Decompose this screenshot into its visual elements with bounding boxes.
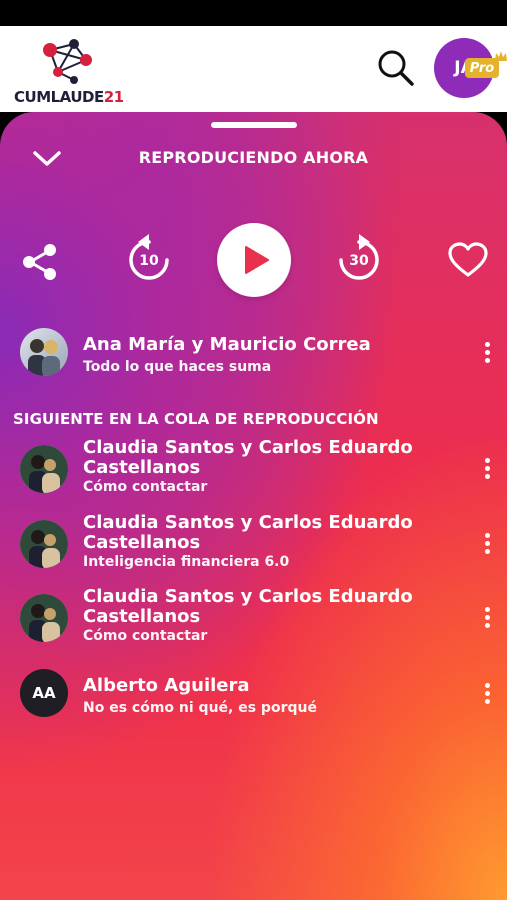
more-icon xyxy=(480,683,494,704)
queue-item-more-button[interactable] xyxy=(480,683,494,707)
queue-item-thumbnail xyxy=(20,520,68,568)
now-playing-artist: Ana María y Mauricio Correa xyxy=(83,334,371,355)
crown-icon xyxy=(495,51,507,61)
share-icon xyxy=(23,244,56,280)
forward-button[interactable]: 30 xyxy=(334,232,384,286)
queue-item-track: Inteligencia financiera 6.0 xyxy=(83,554,290,570)
play-icon xyxy=(245,246,269,274)
rewind-button[interactable]: 10 xyxy=(124,232,174,286)
more-icon xyxy=(480,607,494,628)
now-playing-more-button[interactable] xyxy=(480,342,494,366)
more-icon xyxy=(480,533,494,554)
share-button[interactable] xyxy=(18,240,62,284)
queue-item-more-button[interactable] xyxy=(480,533,494,557)
queue-item-track: Cómo contactar xyxy=(83,628,208,644)
logo-wordmark: CUMLAUDE21 xyxy=(14,88,124,106)
queue-item-artist: Claudia Santos y Carlos Eduardo Castella… xyxy=(83,437,413,478)
logo-network-icon xyxy=(43,39,92,84)
favorite-button[interactable] xyxy=(446,240,490,280)
heart-icon xyxy=(448,242,488,277)
now-playing-item[interactable]: Ana María y Mauricio Correa Todo lo que … xyxy=(0,326,507,382)
status-bar xyxy=(0,0,507,26)
rewind-seconds: 10 xyxy=(139,253,159,269)
search-button[interactable] xyxy=(374,46,418,90)
now-playing-sheet: REPRODUCIENDO AHORA 10 30 Ana María y Ma… xyxy=(0,112,507,900)
queue-item[interactable]: Claudia Santos y Carlos Eduardo Castella… xyxy=(0,513,507,577)
queue-item[interactable]: AA Alberto Aguilera No es cómo ni qué, e… xyxy=(0,667,507,723)
queue-item-more-button[interactable] xyxy=(480,458,494,482)
forward-seconds: 30 xyxy=(349,253,369,269)
queue-item-more-button[interactable] xyxy=(480,607,494,631)
queue-item-avatar: AA xyxy=(20,669,68,717)
queue-item-artist: Claudia Santos y Carlos Eduardo Castella… xyxy=(83,586,413,627)
queue-item-artist: Claudia Santos y Carlos Eduardo Castella… xyxy=(83,512,413,553)
queue-item-thumbnail xyxy=(20,445,68,493)
more-icon xyxy=(480,458,494,479)
queue-item[interactable]: Claudia Santos y Carlos Eduardo Castella… xyxy=(0,438,507,502)
more-icon xyxy=(480,342,494,363)
queue-heading: SIGUIENTE EN LA COLA DE REPRODUCCIÓN xyxy=(13,410,379,428)
now-playing-thumbnail xyxy=(20,328,68,376)
queue-item-track: Cómo contactar xyxy=(83,479,208,495)
now-playing-track: Todo lo que haces suma xyxy=(83,359,272,375)
play-button[interactable] xyxy=(217,223,291,297)
search-icon xyxy=(378,50,414,86)
player-title: REPRODUCIENDO AHORA xyxy=(138,148,369,167)
app-logo[interactable]: CUMLAUDE21 xyxy=(12,38,124,106)
queue-item-thumbnail xyxy=(20,594,68,642)
app-header: CUMLAUDE21 JA Pro xyxy=(0,26,507,112)
queue-item-artist: Alberto Aguilera xyxy=(83,675,250,696)
queue-item-track: No es cómo ni qué, es porqué xyxy=(83,700,317,716)
drag-handle[interactable] xyxy=(211,122,297,128)
queue-item[interactable]: Claudia Santos y Carlos Eduardo Castella… xyxy=(0,587,507,651)
